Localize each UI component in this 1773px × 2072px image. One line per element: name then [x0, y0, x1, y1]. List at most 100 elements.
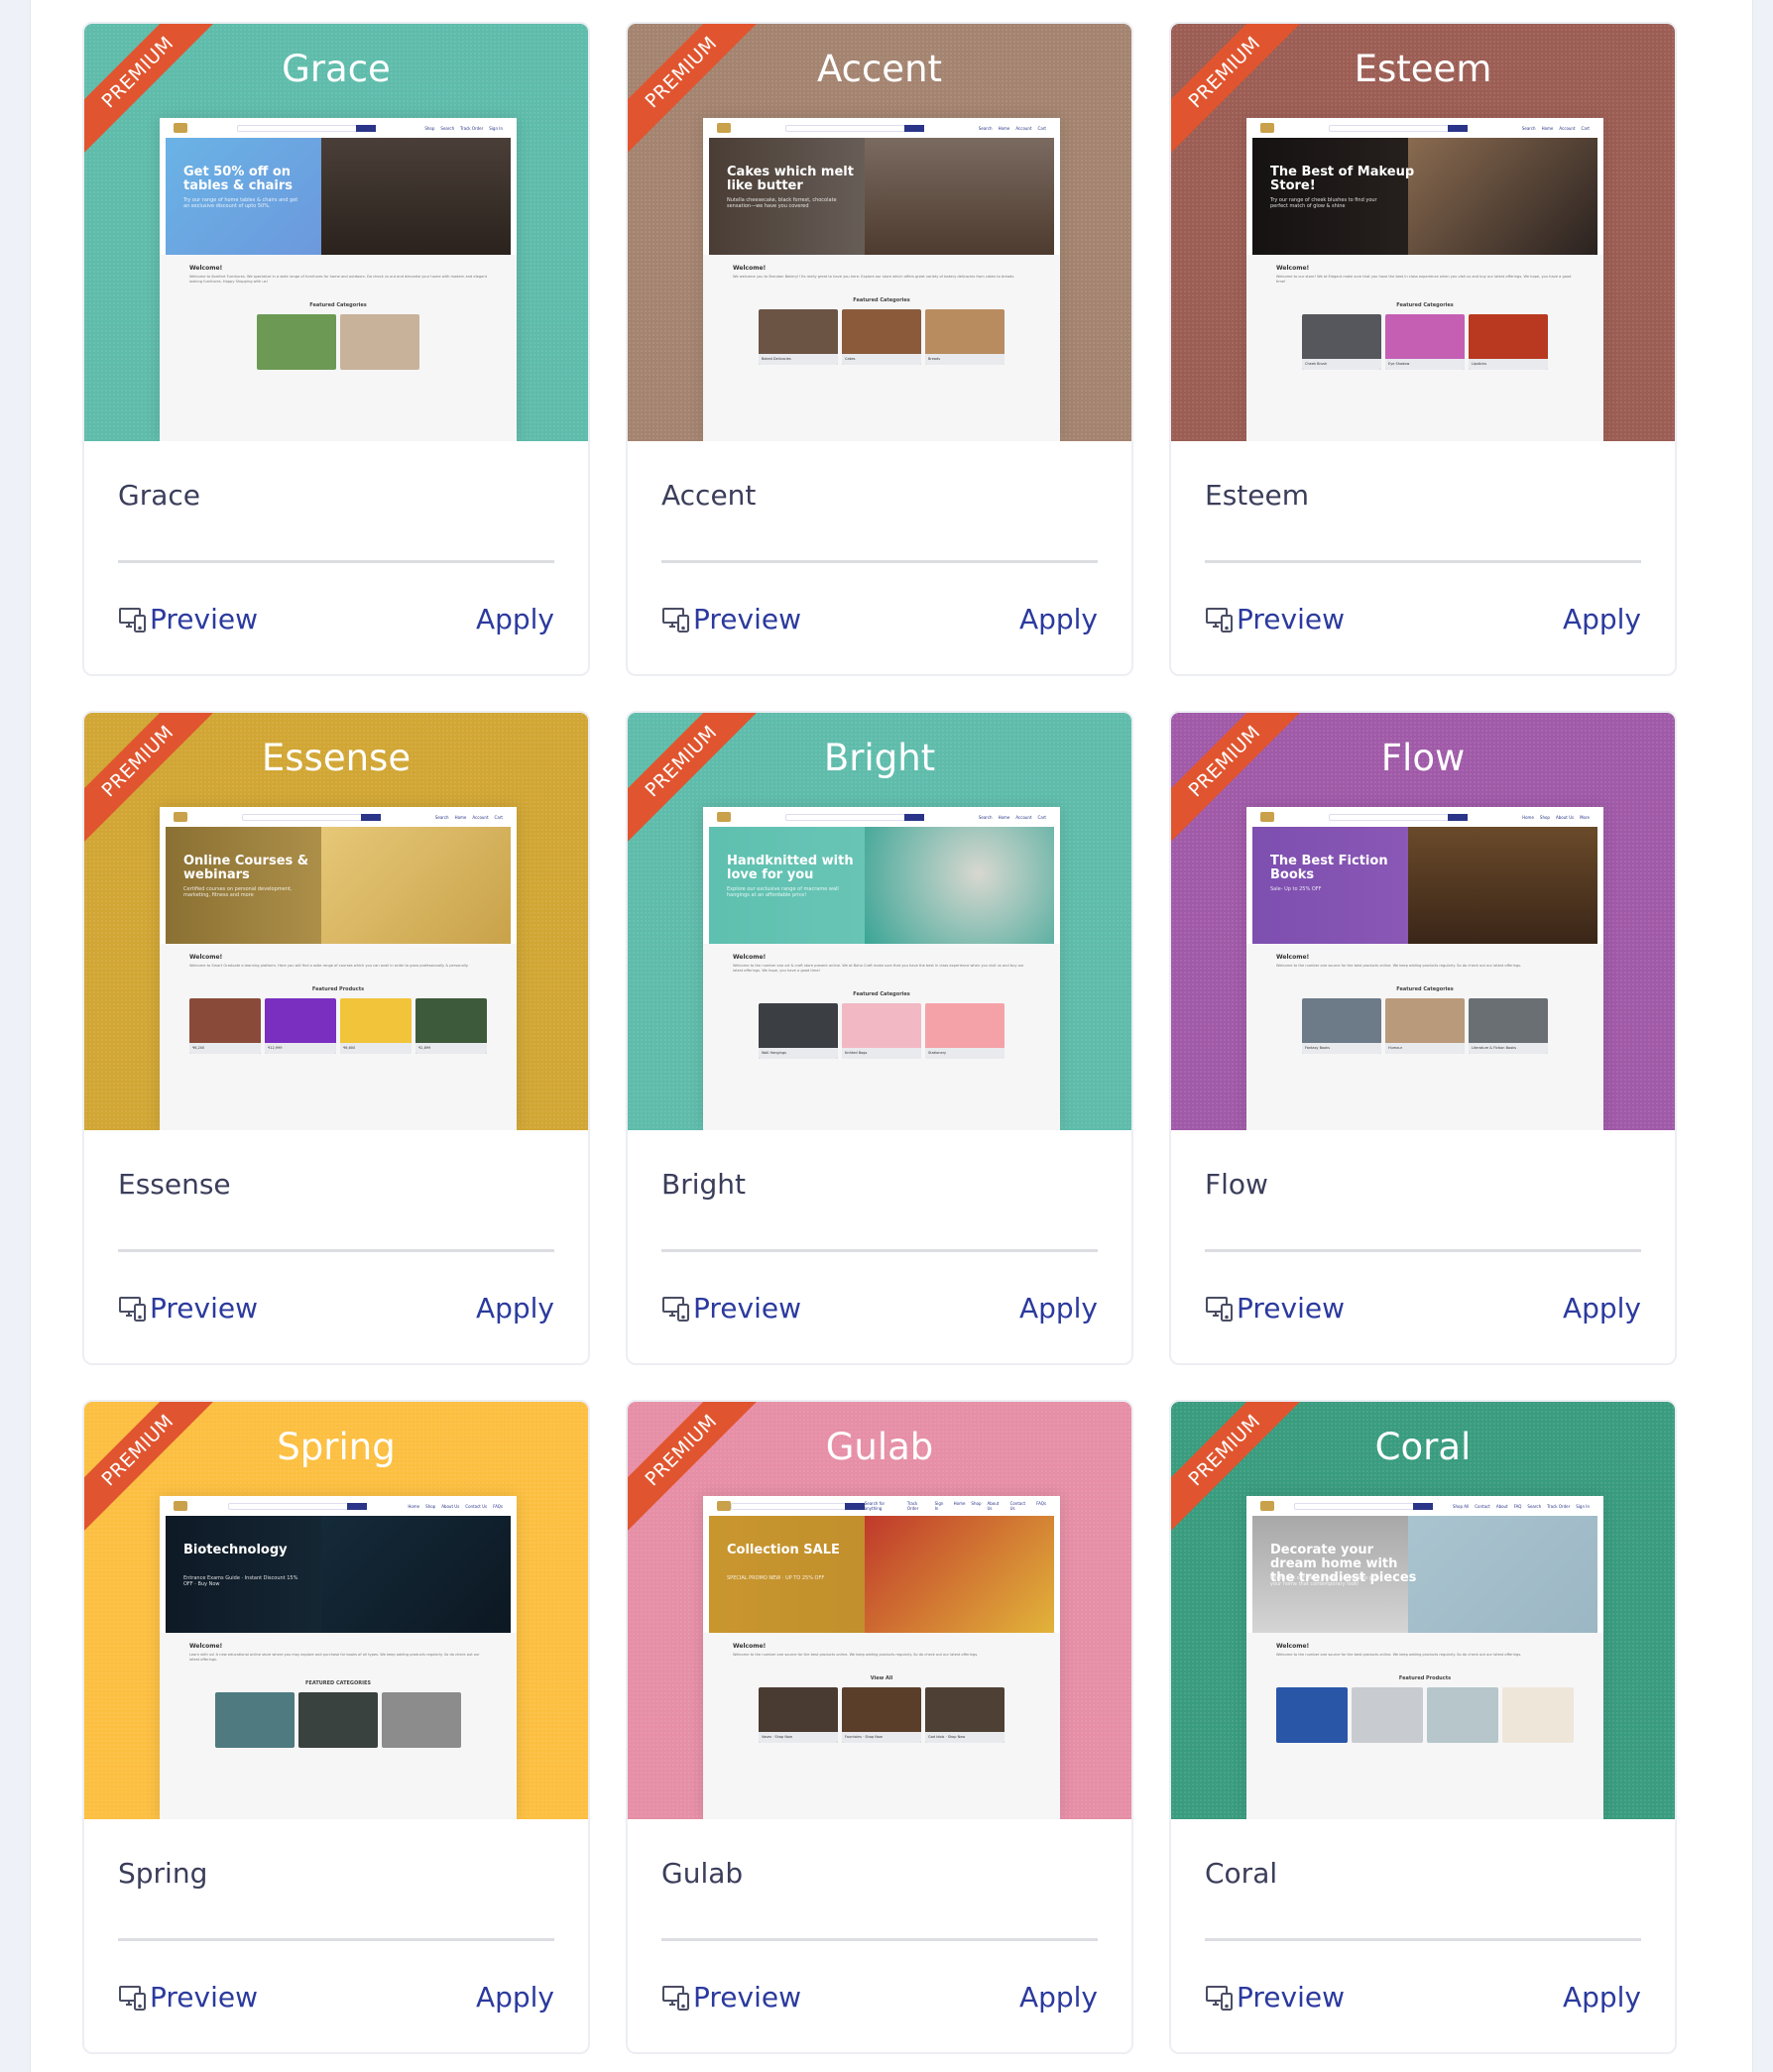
- preview-hero-banner: Collection SALE SPECIAL PROMO NEW · UP T…: [709, 1516, 1054, 1633]
- apply-button[interactable]: Apply: [476, 1981, 554, 2014]
- template-name: Accent: [661, 479, 757, 512]
- preview-button[interactable]: Preview: [661, 1981, 801, 2014]
- preview-navbar: Search for anything Track Order Sign In Hom…: [703, 1496, 1060, 1516]
- apply-button[interactable]: Apply: [1019, 1981, 1098, 2014]
- preview-button[interactable]: Preview: [661, 603, 801, 635]
- preview-button[interactable]: Preview: [118, 603, 258, 635]
- template-name: Esteem: [1205, 479, 1309, 512]
- preview-featured-heading: Featured Categories: [1396, 302, 1454, 308]
- preview-welcome-text: Welcome to the number one source for the…: [733, 1653, 979, 1657]
- tile-label: Vases · Shop Now: [759, 1732, 838, 1743]
- devices-icon: [118, 1295, 148, 1323]
- template-name: Essense: [118, 1168, 231, 1201]
- apply-button[interactable]: Apply: [1019, 1292, 1098, 1324]
- preview-featured-heading: Featured Categories: [1396, 986, 1454, 992]
- apply-button[interactable]: Apply: [476, 603, 554, 635]
- preview-button[interactable]: Preview: [118, 1292, 258, 1324]
- website-preview-frame: Search Home Account Cart The Best of Makeup…: [1246, 118, 1603, 441]
- hero-subtitle: Entrance Exams Guide · Instant Discount …: [183, 1575, 298, 1587]
- hero-subtitle: Sale- Up to 25% OFF: [1270, 886, 1322, 892]
- card-actions: Preview Apply: [118, 1981, 554, 2014]
- website-preview-frame: Shop Search Track Order Sign In Get 50% off…: [160, 118, 517, 441]
- template-name: Spring: [118, 1857, 208, 1890]
- preview-search-bar: [236, 124, 376, 132]
- divider: [661, 1938, 1098, 1941]
- preview-nav-link: Search for anything: [864, 1501, 886, 1511]
- hero-image: [1407, 138, 1597, 255]
- template-card-essense: PREMIUM Essense Search Home Account Cart On…: [82, 711, 590, 1365]
- preview-navbar: Search Home Account Cart: [703, 807, 1060, 827]
- apply-button[interactable]: Apply: [1563, 1292, 1641, 1324]
- preview-category-tile: Baked Delicacies: [759, 309, 838, 365]
- store-logo-icon: [1260, 1501, 1274, 1511]
- template-thumbnail[interactable]: PREMIUM Flow Home Shop About Us More The Be…: [1171, 713, 1675, 1130]
- preview-button[interactable]: Preview: [118, 1981, 258, 2014]
- hero-title: The Best Fiction Books: [1270, 854, 1388, 882]
- preview-nav-link: Search: [434, 814, 449, 820]
- template-thumbnail[interactable]: PREMIUM Accent Search Home Account Cart Cak…: [628, 24, 1131, 441]
- tile-label: Cheek Brush: [1302, 359, 1381, 370]
- hero-title: The Best of Makeup Store!: [1270, 165, 1415, 193]
- preview-featured-heading: View All: [870, 1675, 893, 1681]
- template-thumbnail[interactable]: PREMIUM Grace Shop Search Track Order Sign …: [84, 24, 588, 441]
- card-actions: Preview Apply: [1205, 1981, 1641, 2014]
- preview-welcome-text: Welcome to the number one source for the…: [1276, 964, 1522, 968]
- preview-button[interactable]: Preview: [1205, 1292, 1345, 1324]
- apply-button[interactable]: Apply: [1019, 603, 1098, 635]
- preview-nav-link: Home: [998, 814, 1010, 820]
- template-thumbnail[interactable]: PREMIUM Coral Shop All Contact About FAQ Sea…: [1171, 1402, 1675, 1819]
- preview-nav-links: Home Shop About Us Contact Us FAQs: [408, 1504, 503, 1509]
- preview-nav-link: Shop: [424, 125, 435, 131]
- preview-featured-heading: Featured Products: [311, 986, 365, 992]
- preview-welcome-heading: Welcome!: [189, 954, 223, 961]
- devices-icon: [661, 606, 691, 633]
- hero-subtitle: SPECIAL PROMO NEW · UP TO 25% OFF: [727, 1575, 825, 1581]
- scrollbar-track[interactable]: [1752, 0, 1773, 2072]
- preview-button[interactable]: Preview: [1205, 1981, 1345, 2014]
- preview-label: Preview: [693, 1981, 801, 2014]
- preview-button[interactable]: Preview: [661, 1292, 801, 1324]
- template-thumbnail[interactable]: PREMIUM Essense Search Home Account Cart On…: [84, 713, 588, 1130]
- apply-button[interactable]: Apply: [1563, 603, 1641, 635]
- preview-body: Welcome! We welcome you to Brandon Baker…: [703, 255, 1060, 441]
- divider: [1205, 560, 1641, 563]
- devices-icon: [1205, 1984, 1235, 2012]
- apply-button[interactable]: Apply: [476, 1292, 554, 1324]
- preview-nav-link: Track Order: [1547, 1503, 1571, 1509]
- template-thumbnail[interactable]: PREMIUM Bright Search Home Account Cart Han…: [628, 713, 1131, 1130]
- preview-category-tile: Cakes: [842, 309, 921, 365]
- apply-button[interactable]: Apply: [1563, 1981, 1641, 2014]
- card-actions: Preview Apply: [1205, 1292, 1641, 1324]
- preview-nav-link: Search: [1527, 1503, 1542, 1509]
- preview-navbar: Shop Search Track Order Sign In: [160, 118, 517, 138]
- template-thumbnail[interactable]: PREMIUM Gulab Search for anything Track O…: [628, 1402, 1131, 1819]
- hero-image: [864, 1516, 1054, 1633]
- divider: [661, 1249, 1098, 1252]
- preview-welcome-heading: Welcome!: [733, 954, 767, 961]
- template-name: Gulab: [661, 1857, 744, 1890]
- preview-welcome-heading: Welcome!: [189, 265, 223, 272]
- preview-category-tile: ₹6,200: [189, 998, 261, 1054]
- template-thumbnail[interactable]: PREMIUM Esteem Search Home Account Cart The…: [1171, 24, 1675, 441]
- preview-category-tile: ₹2,899: [415, 998, 487, 1054]
- preview-search-bar: [228, 1502, 368, 1510]
- preview-nav-link: About: [1495, 1503, 1508, 1509]
- template-thumbnail[interactable]: PREMIUM Spring Home Shop About Us Contact U…: [84, 1402, 588, 1819]
- divider: [118, 1249, 554, 1252]
- preview-search-bar: [1329, 813, 1469, 821]
- preview-nav-link: More: [1580, 814, 1590, 820]
- store-logo-icon: [717, 1501, 731, 1511]
- preview-navbar: Home Shop About Us Contact Us FAQs: [160, 1496, 517, 1516]
- preview-category-tile: Fantasy Books: [1302, 998, 1381, 1054]
- preview-button[interactable]: Preview: [1205, 603, 1345, 635]
- preview-nav-link: Track Order: [460, 125, 484, 131]
- hero-title: Collection SALE: [727, 1543, 840, 1557]
- preview-body: Welcome! Welcome to the number one art &…: [703, 944, 1060, 1130]
- preview-welcome-heading: Welcome!: [1276, 954, 1310, 961]
- tile-label: Eye Shadow: [1385, 359, 1465, 370]
- preview-label: Preview: [1237, 603, 1345, 635]
- preview-navbar: Search Home Account Cart: [160, 807, 517, 827]
- preview-nav-link: Home: [454, 814, 467, 820]
- template-name: Grace: [118, 479, 200, 512]
- website-preview-frame: Shop All Contact About FAQ Search Track Order…: [1246, 1496, 1603, 1819]
